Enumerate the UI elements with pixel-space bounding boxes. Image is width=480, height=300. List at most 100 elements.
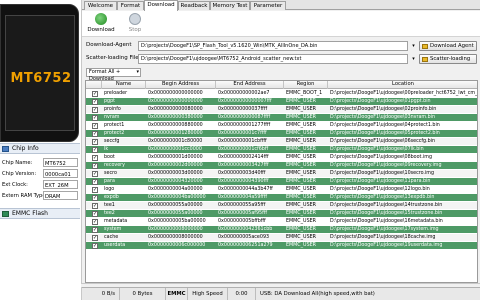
partition-checkbox[interactable]: ✓ — [92, 107, 98, 113]
partition-name: tee2 — [104, 211, 115, 216]
tab-format[interactable]: Format — [117, 1, 144, 10]
partition-name: preloader — [104, 91, 128, 96]
partition-begin: 0x0000000005ba00000 — [148, 219, 206, 224]
partition-checkbox[interactable]: ✓ — [92, 115, 98, 121]
folder-icon — [422, 44, 428, 49]
partition-checkbox[interactable]: ✓ — [92, 131, 98, 137]
partition-row[interactable]: ✓ expdb 0x0000000004ba00000 0x000000004a59f… — [86, 194, 477, 202]
partition-checkbox[interactable]: ✓ — [92, 219, 98, 225]
partition-location: D:\projects\DoogeF1\ujdoogee\08boot.img — [330, 155, 433, 160]
partition-row[interactable]: ✓ cache 0x0000000008000000 0x000000005ace09… — [86, 234, 477, 242]
partition-name: expdb — [104, 195, 119, 200]
partition-region: EMMC_USER — [286, 211, 316, 216]
partition-checkbox[interactable]: ✓ — [92, 243, 98, 249]
partition-row[interactable]: ✓ logo 0x0000000004a00000 0x0000000044a3b47… — [86, 186, 477, 194]
partition-begin: 0x0000000000880000 — [148, 123, 203, 128]
tab-welcome[interactable]: Welcome — [84, 1, 117, 10]
col-header-name[interactable]: Name — [102, 81, 146, 89]
partition-row[interactable]: ✓ protect1 0x0000000000880000 0x00000000012… — [86, 122, 477, 130]
partition-checkbox[interactable]: ✓ — [92, 163, 98, 169]
partition-checkbox[interactable]: ✓ — [92, 179, 98, 185]
chip-icon — [2, 146, 9, 152]
partition-row[interactable]: ✓ pgpt 0x0000000000000000 0x00000000000007f… — [86, 98, 477, 106]
chip-info-value: DRAM — [43, 191, 78, 200]
download-button[interactable]: Download — [86, 13, 116, 35]
scatter-loading-button[interactable]: Scatter-loading — [419, 54, 477, 64]
partition-begin: 0x0000000004320000 — [148, 179, 203, 184]
partition-row[interactable]: ✓ recovery 0x0000000002d00000 0x00000000034… — [86, 162, 477, 170]
partition-checkbox[interactable]: ✓ — [92, 195, 98, 201]
chip-info-row: Ext Clock: EXT_26M — [0, 180, 80, 191]
partition-checkbox[interactable]: ✓ — [92, 171, 98, 177]
phone-screen: MT6752 — [5, 15, 75, 131]
partition-region: EMMC_USER — [286, 227, 316, 232]
tab-readback[interactable]: Readback — [178, 1, 210, 10]
emmc-flash-header[interactable]: EMMC Flash — [0, 208, 80, 219]
partition-checkbox[interactable]: ✓ — [92, 187, 98, 193]
stop-button[interactable]: Stop — [120, 13, 150, 35]
partition-end: 0x000000006251a279 — [218, 243, 273, 248]
partition-location: D:\projects\DoogeF1\ujdoogee\02proinfo.b… — [330, 107, 437, 112]
col-header-begin[interactable]: Begin Address — [146, 81, 216, 89]
download-agent-dropdown[interactable]: ▾ — [410, 42, 417, 50]
partition-checkbox[interactable]: ✓ — [92, 91, 98, 97]
partition-checkbox[interactable]: ✓ — [92, 139, 98, 145]
partition-checkbox[interactable]: ✓ — [92, 123, 98, 129]
partition-checkbox[interactable]: ✓ — [92, 227, 98, 233]
partition-checkbox[interactable]: ✓ — [92, 203, 98, 209]
partition-end: 0x000000000037ffff — [218, 107, 268, 112]
partition-end: 0x0000000001cbffff — [218, 139, 267, 144]
chip-info-label: Extern RAM Type: — [2, 193, 48, 199]
partition-row[interactable]: ✓ metadata 0x0000000005ba00000 0x000000005b… — [86, 218, 477, 226]
partition-checkbox[interactable]: ✓ — [92, 235, 98, 241]
partition-location: D:\projects\DoogeF1\ujdoogee\19userdata.… — [330, 243, 443, 248]
status-message: USB: DA Download All(high speed,with bat… — [260, 291, 375, 297]
col-header-location[interactable]: Location — [328, 81, 477, 89]
download-agent-path[interactable]: D:\projects\DoogeF1\SP_Flash_Tool_v5.162… — [138, 41, 408, 51]
download-agent-button[interactable]: Download Agent — [419, 41, 477, 51]
partition-region: EMMC_USER — [286, 163, 316, 168]
chip-info-header[interactable]: Chip Info — [0, 143, 80, 154]
partition-row[interactable]: ✓ nvram 0x0000000000380000 0x0000000000087f… — [86, 114, 477, 122]
partition-row[interactable]: ✓ proinfo 0x0000000000080000 0x000000000037… — [86, 106, 477, 114]
chevron-down-icon: ▾ — [136, 69, 139, 75]
col-header-end[interactable]: End Address — [216, 81, 284, 89]
tab-memory-test[interactable]: Memory Test — [210, 1, 250, 10]
partition-row[interactable]: ✓ tee1 0x0000000055a00000 0x000000055a95fff… — [86, 202, 477, 210]
partition-end: 0x000000055a95fff — [218, 203, 266, 208]
partition-region: EMMC_USER — [286, 243, 316, 248]
partition-row[interactable]: ✓ tee2 0x0000000055a00000 0x000000005af95ff… — [86, 210, 477, 218]
stop-icon — [129, 13, 141, 25]
partition-name: secro — [104, 171, 117, 176]
scatter-file-label: Scatter-loading File — [86, 55, 139, 61]
partition-row[interactable]: ✓ boot 0x0000000001d00000 0x0000000002414ff… — [86, 154, 477, 162]
partition-name: lk — [104, 147, 109, 152]
partition-end: 0x0000000001277ffff — [218, 123, 271, 128]
partition-location: D:\projects\DoogeF1\ujdoogee\11para.bin — [330, 179, 431, 184]
partition-checkbox[interactable]: ✓ — [92, 147, 98, 153]
col-header-region[interactable]: Region — [284, 81, 328, 89]
partition-begin: 0x0000000008000000 — [148, 227, 203, 232]
status-speed: 0 B/s — [82, 288, 120, 300]
partition-row[interactable]: ✓ lk 0x0000000001cc0000 0x0000000001cf6bff E… — [86, 146, 477, 154]
partition-row[interactable]: ✓ system 0x0000000008000000 0x0000000042361… — [86, 226, 477, 234]
tab-parameter[interactable]: Parameter — [250, 1, 286, 10]
partition-row[interactable]: ✓ userdata 0x0000000006c000000 0x0000000062… — [86, 242, 477, 250]
partition-row[interactable]: ✓ protect2 0x0000000001280000 0x0000000001c… — [86, 130, 477, 138]
download-mode-select[interactable]: Format All + Download ▾ — [86, 68, 141, 82]
chip-info-label: Chip Version: — [2, 171, 37, 177]
partition-begin: 0x0000000002d00000 — [148, 163, 203, 168]
partition-name: metadata — [104, 219, 128, 224]
partition-name: seccfg — [104, 139, 120, 144]
partition-row[interactable]: ✓ preloader 0x0000000000000000 0x0000000000… — [86, 90, 477, 98]
status-bar: 0 B/s 0 Bytes EMMC High Speed 0:00 USB: … — [82, 287, 480, 300]
scatter-file-path[interactable]: D:\projects\DoogeF1\ujdoogee\MT6752_Andr… — [138, 54, 408, 64]
partition-row[interactable]: ✓ secro 0x0000000003d00000 0x000000003d40ff… — [86, 170, 477, 178]
partition-checkbox[interactable]: ✓ — [92, 99, 98, 105]
scatter-file-dropdown[interactable]: ▾ — [410, 55, 417, 63]
partition-checkbox[interactable]: ✓ — [92, 211, 98, 217]
partition-row[interactable]: ✓ para 0x0000000004320000 0x0000000004390ff… — [86, 178, 477, 186]
partition-row[interactable]: ✓ seccfg 0x0000000001c80000 0x0000000001cbf… — [86, 138, 477, 146]
partition-checkbox[interactable]: ✓ — [92, 155, 98, 161]
tab-download[interactable]: Download — [144, 0, 178, 11]
